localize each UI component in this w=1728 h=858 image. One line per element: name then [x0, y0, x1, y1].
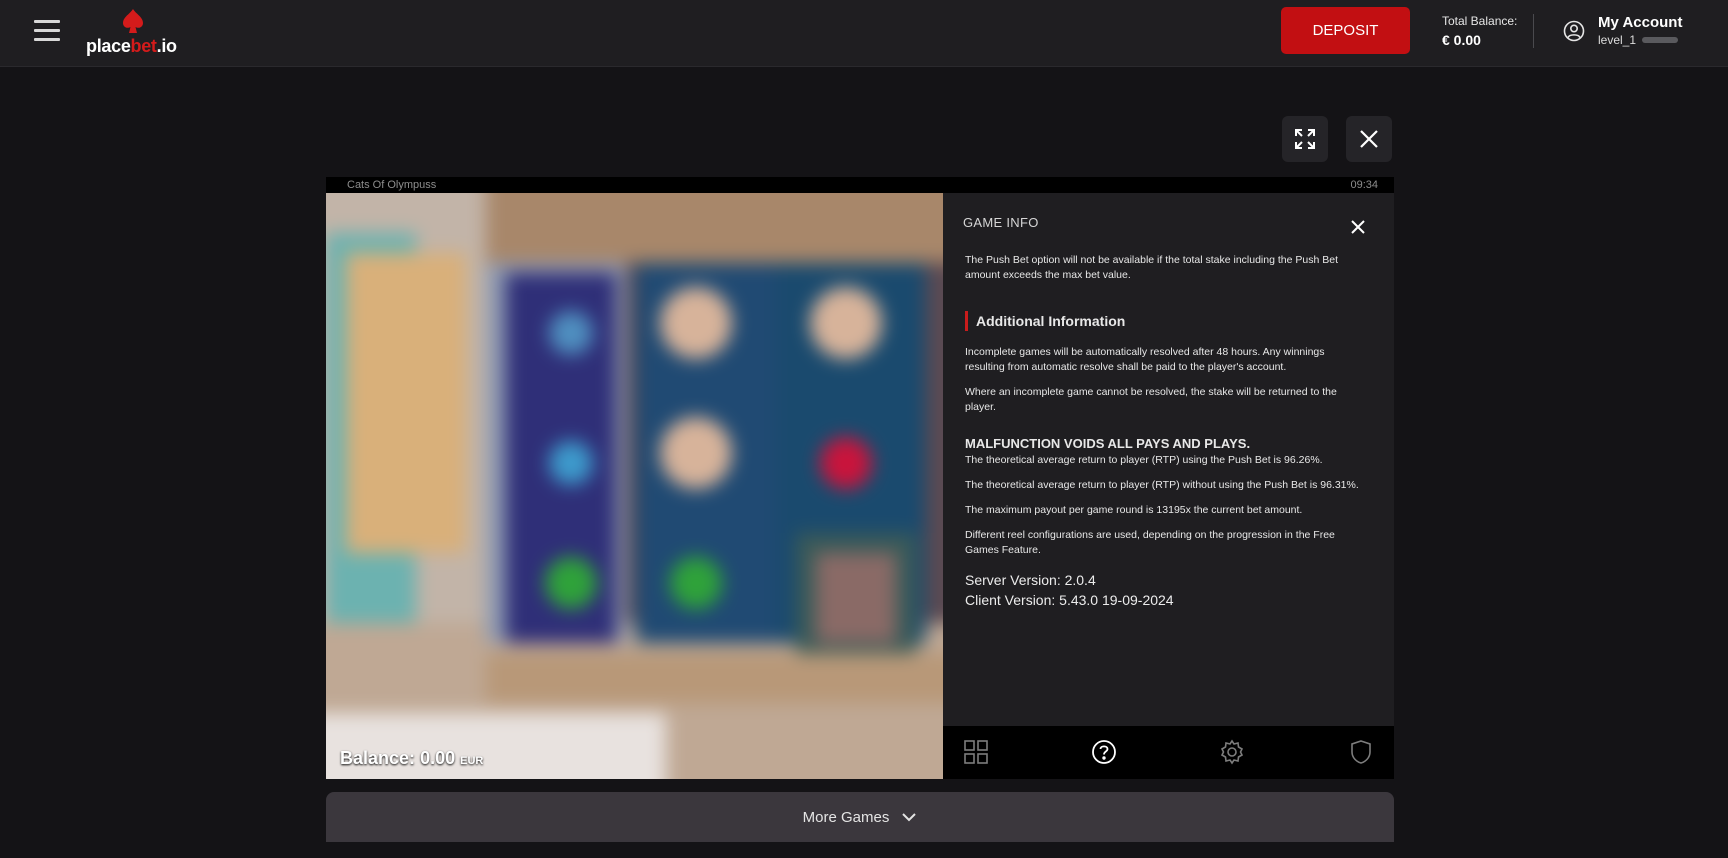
my-account-menu[interactable]: My Account level_1 — [1598, 14, 1682, 47]
settings-icon[interactable] — [1219, 739, 1245, 765]
user-icon[interactable] — [1563, 20, 1585, 42]
help-icon[interactable] — [1091, 739, 1117, 765]
version-info: Server Version: 2.0.4 Client Version: 5.… — [965, 570, 1360, 610]
total-balance: Total Balance: € 0.00 — [1442, 14, 1517, 48]
chevron-down-icon — [902, 813, 917, 822]
game-title: Cats Of Olympuss — [347, 179, 437, 191]
logo-text: placebet.io — [86, 36, 177, 56]
close-game-button[interactable] — [1346, 116, 1392, 162]
game-info-title: GAME INFO — [963, 215, 1039, 230]
game-balance-label: Balance: — [340, 748, 416, 768]
more-games-button[interactable]: More Games — [326, 792, 1394, 842]
push-bet-note: The Push Bet option will not be availabl… — [965, 254, 1338, 281]
account-level: level_1 — [1598, 33, 1682, 47]
level-progress-bar — [1642, 37, 1679, 43]
client-version: Client Version: 5.43.0 19-09-2024 — [965, 592, 1174, 608]
more-games-label: More Games — [802, 808, 890, 826]
fullscreen-icon — [1295, 129, 1315, 149]
max-payout-text: The maximum payout per game round is 131… — [965, 504, 1303, 516]
top-bar: placebet.io DEPOSIT Total Balance: € 0.0… — [0, 0, 1728, 67]
account-level-label: level_1 — [1598, 33, 1637, 47]
game-balance-value: 0.00 — [420, 748, 456, 768]
close-info-icon[interactable] — [1348, 217, 1368, 237]
info-panel-tabs — [943, 726, 1394, 779]
game-clock: 09:34 — [1350, 179, 1378, 191]
close-icon — [1360, 130, 1378, 148]
incomplete-games-text: Incomplete games will be automatically r… — [965, 346, 1325, 373]
game-balance-currency: EUR — [460, 755, 484, 767]
header-divider — [1533, 14, 1534, 48]
game-balance: Balance: 0.00 EUR — [340, 748, 483, 769]
rtp-no-push-text: The theoretical average return to player… — [965, 479, 1359, 491]
total-balance-label: Total Balance: — [1442, 14, 1518, 28]
malfunction-heading: MALFUNCTION VOIDS ALL PAYS AND PLAYS. — [965, 436, 1251, 451]
site-logo[interactable]: placebet.io — [86, 6, 186, 60]
deposit-button[interactable]: DEPOSIT — [1281, 7, 1410, 54]
server-version: Server Version: 2.0.4 — [965, 572, 1096, 588]
game-info-content: The Push Bet option will not be availabl… — [965, 253, 1360, 610]
unresolved-text: Where an incomplete game cannot be resol… — [965, 386, 1337, 413]
additional-info-heading: Additional Information — [965, 311, 1360, 331]
game-info-panel: GAME INFO The Push Bet option will not b… — [943, 193, 1394, 726]
fullscreen-button[interactable] — [1282, 116, 1328, 162]
shield-icon[interactable] — [1348, 739, 1374, 765]
spade-logo-icon — [123, 9, 143, 33]
grid-icon[interactable] — [963, 739, 989, 765]
game-header-strip: Cats Of Olympuss 09:34 — [326, 177, 1394, 193]
reel-config-text: Different reel configurations are used, … — [965, 529, 1335, 556]
account-title: My Account — [1598, 14, 1683, 31]
total-balance-value: € 0.00 — [1442, 32, 1481, 48]
game-canvas[interactable]: Balance: 0.00 EUR — [326, 193, 943, 779]
blurred-game-scene — [326, 193, 943, 779]
rtp-push-text: The theoretical average return to player… — [965, 454, 1323, 466]
menu-icon[interactable] — [34, 20, 60, 42]
